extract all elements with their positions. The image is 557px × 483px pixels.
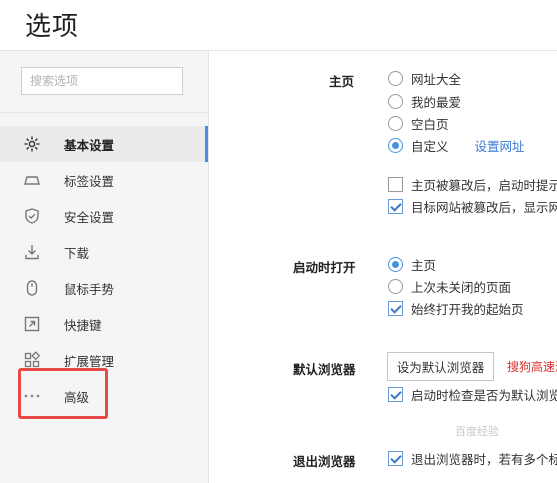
checkbox-label: 退出浏览器时，若有多个标 (411, 451, 557, 467)
startup-option-restore[interactable]: 上次未关闭的页面 (388, 277, 511, 295)
page-title: 选项 (25, 12, 80, 42)
option-label: 空白页 (411, 116, 449, 132)
sidebar-item-label: 标签设置 (64, 173, 115, 189)
checkbox[interactable] (388, 198, 403, 214)
highlight-annotation (18, 368, 108, 419)
tab-icon (23, 171, 41, 189)
homepage-option-custom[interactable]: 自定义 设置网址 (388, 136, 525, 154)
checkbox[interactable] (388, 450, 403, 466)
checkbox[interactable] (388, 386, 403, 402)
startup-option-home[interactable]: 主页 (388, 255, 436, 273)
sidebar-item-download[interactable]: 下载 (0, 234, 208, 270)
option-label: 自定义 (411, 138, 449, 154)
checkbox[interactable] (388, 176, 403, 192)
sidebar-item-label: 鼠标手势 (64, 281, 115, 297)
option-label: 上次未关闭的页面 (411, 279, 512, 295)
option-label: 主页 (411, 257, 437, 273)
sidebar-item-mouse-gestures[interactable]: 鼠标手势 (0, 270, 208, 306)
startup-label: 启动时打开 (293, 260, 356, 275)
shield-icon (23, 207, 41, 225)
gear-icon (23, 135, 41, 153)
exit-browser-label: 退出浏览器 (293, 454, 356, 469)
default-browser-warning: 搜狗高速浏 (507, 360, 557, 374)
checkbox-label: 目标网站被篡改后，显示网 (411, 199, 557, 215)
homepage-label: 主页 (329, 74, 355, 89)
sidebar-item-label: 扩展管理 (64, 353, 115, 369)
homepage-option-blank[interactable]: 空白页 (388, 114, 449, 132)
radio-button[interactable] (388, 93, 403, 109)
option-label: 我的最爱 (411, 94, 462, 110)
mouse-icon (23, 279, 41, 297)
sidebar-item-tab-settings[interactable]: 标签设置 (0, 162, 208, 198)
default-browser-check[interactable]: 启动时检查是否为默认浏览 (388, 385, 557, 403)
sidebar-item-label: 安全设置 (64, 209, 115, 225)
homepage-option-nav[interactable]: 网址大全 (388, 69, 461, 87)
target-site-tamper-check[interactable]: 目标网站被篡改后，显示网 (388, 197, 557, 215)
shortcut-icon (23, 315, 41, 333)
sidebar-item-shortcuts[interactable]: 快捷键 (0, 306, 208, 342)
startup-always-open[interactable]: 始终打开我的起始页 (388, 299, 524, 317)
exit-browser-check[interactable]: 退出浏览器时，若有多个标 (388, 449, 557, 467)
checkbox[interactable] (388, 300, 403, 316)
radio-button[interactable] (388, 115, 403, 131)
sidebar-item-label: 快捷键 (64, 317, 102, 333)
radio-button[interactable] (388, 278, 403, 294)
checkbox-label: 主页被篡改后，启动时提示 (411, 177, 557, 193)
checkbox-label: 始终打开我的起始页 (411, 301, 524, 317)
checkbox-label: 启动时检查是否为默认浏览 (411, 387, 557, 403)
extensions-icon (23, 351, 41, 369)
sidebar-item-basic-settings[interactable]: 基本设置 (0, 126, 208, 162)
sidebar-item-label: 下载 (64, 245, 90, 261)
set-url-link[interactable]: 设置网址 (475, 136, 525, 155)
search-input[interactable] (21, 67, 183, 95)
homepage-option-favorites[interactable]: 我的最爱 (388, 92, 461, 110)
homepage-tamper-prompt[interactable]: 主页被篡改后，启动时提示 (388, 175, 557, 193)
default-browser-label: 默认浏览器 (293, 362, 356, 377)
option-label: 网址大全 (411, 71, 462, 87)
radio-button[interactable] (388, 137, 403, 153)
sidebar-divider (0, 112, 208, 113)
radio-button[interactable] (388, 256, 403, 272)
sidebar-item-label: 基本设置 (64, 137, 115, 153)
watermark: 百度经验 (455, 425, 499, 438)
radio-button[interactable] (388, 70, 403, 86)
sidebar-item-security-settings[interactable]: 安全设置 (0, 198, 208, 234)
set-default-browser-button[interactable]: 设为默认浏览器 (387, 352, 494, 381)
download-icon (23, 243, 41, 261)
